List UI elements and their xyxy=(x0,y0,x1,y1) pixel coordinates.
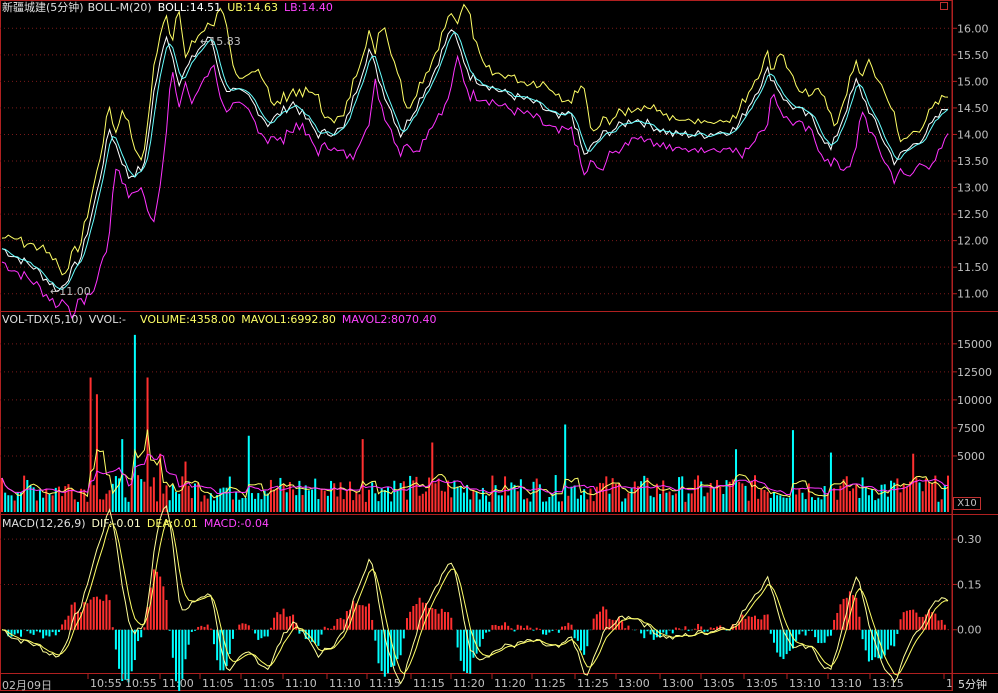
volume-unit: X10 xyxy=(953,497,981,510)
volume-y-tick-label: 10000 xyxy=(957,394,992,407)
vol-title: VOL-TDX(5,10) xyxy=(2,313,83,326)
stock-title: 新疆城建(5分钟) xyxy=(2,1,84,14)
ub-value: UB:14.63 xyxy=(227,1,278,14)
x-axis-label: 11:20 xyxy=(494,677,526,690)
macd-value: MACD:-0.04 xyxy=(203,517,269,530)
macd-y-tick-label: 0.15 xyxy=(957,578,982,591)
indicator-name: BOLL-M(20) xyxy=(87,1,152,14)
mavol1-value: MAVOL1:6992.80 xyxy=(241,313,336,326)
x-axis-label: 11:00 xyxy=(162,677,194,690)
x-axis-label: 11:20 xyxy=(453,677,485,690)
chart-frame xyxy=(0,0,953,691)
ma-line xyxy=(1,31,949,290)
price-y-tick-label: 11.00 xyxy=(957,288,989,301)
high-annotation: ←15.83 xyxy=(200,35,241,48)
x-axis-label: 13:15 xyxy=(872,677,904,690)
price-y-tick-label: 12.00 xyxy=(957,235,989,248)
price-y-tick-label: 12.50 xyxy=(957,208,989,221)
x-axis-label: 11:25 xyxy=(577,677,609,690)
x-axis-label: 13:05 xyxy=(703,677,735,690)
price-y-tick-label: 14.50 xyxy=(957,102,989,115)
price-y-tick-label: 15.00 xyxy=(957,75,989,88)
chart-canvas: 16.00 15.50 15.00 14.50 14.00 13.50 13.00 12.50… xyxy=(0,0,998,691)
price-y-tick-label: 14.00 xyxy=(957,128,989,141)
x-axis-label: 13:10 xyxy=(789,677,821,690)
dea-line xyxy=(1,520,949,676)
dif-line xyxy=(1,504,949,685)
volume-y-tick-label: 15000 xyxy=(957,338,992,351)
volume-y-tick-label: 12500 xyxy=(957,366,992,379)
dif-value: DIF:-0.01 xyxy=(91,517,141,530)
boll-ub-line xyxy=(1,3,949,276)
price-y-tick-label: 13.00 xyxy=(957,182,989,195)
boll-lb-line xyxy=(1,54,949,319)
price-y-tick-label: 15.50 xyxy=(957,49,989,62)
volume-value: VOLUME:4358.00 xyxy=(140,313,236,326)
volume-y-tick-label: 5000 xyxy=(957,450,985,463)
x-axis-label: 11:25 xyxy=(534,677,566,690)
volume-y-tick-label: 7500 xyxy=(957,422,985,435)
boll-value: BOLL:14.51 xyxy=(157,1,222,14)
x-axis-label: 10:55 xyxy=(125,677,157,690)
main-panel-header: 新疆城建(5分钟) BOLL-M(20) BOLL:14.51 UB:14.63 LB:… xyxy=(2,1,339,15)
x-axis-label: 11:15 xyxy=(413,677,445,690)
dea-value: DEA:0.01 xyxy=(146,517,198,530)
x-axis-label: 11:10 xyxy=(285,677,317,690)
x-axis-label: 11:15 xyxy=(369,677,401,690)
x-axis-label: 11:05 xyxy=(243,677,275,690)
x-axis-label: 13:05 xyxy=(746,677,778,690)
macd-y-tick-label: 0.00 xyxy=(957,624,982,637)
vvol-value: VVOL:- xyxy=(88,313,127,326)
macd-y-tick-label: 0.30 xyxy=(957,533,982,546)
x-axis-label: 13:10 xyxy=(830,677,862,690)
x-axis-label: 13:00 xyxy=(618,677,650,690)
maximize-icon[interactable] xyxy=(940,2,948,10)
lb-value: LB:14.40 xyxy=(283,1,333,14)
macd-title: MACD(12,26,9) xyxy=(2,517,86,530)
period-selector[interactable]: 5分钟 xyxy=(958,676,987,692)
price-y-tick-label: 11.50 xyxy=(957,261,989,274)
price-y-tick-label: 16.00 xyxy=(957,22,989,35)
x-axis-label: 11:05 xyxy=(202,677,234,690)
price-y-tick-label: 13.50 xyxy=(957,155,989,168)
x-axis-label: 13:00 xyxy=(662,677,694,690)
x-axis-label: 11:10 xyxy=(329,677,361,690)
mavol2-value: MAVOL2:8070.40 xyxy=(341,313,437,326)
x-axis-label: 10:55 xyxy=(90,677,122,690)
macd-panel-header: MACD(12,26,9) DIF:-0.01 DEA:0.01 MACD:-0.04 xyxy=(2,517,275,531)
vol-panel-header: VOL-TDX(5,10) VVOL:- VOLUME:4358.00 MAVOL1:… xyxy=(2,313,443,327)
price-line xyxy=(1,29,949,293)
low-annotation: ←11.00 xyxy=(50,285,91,298)
